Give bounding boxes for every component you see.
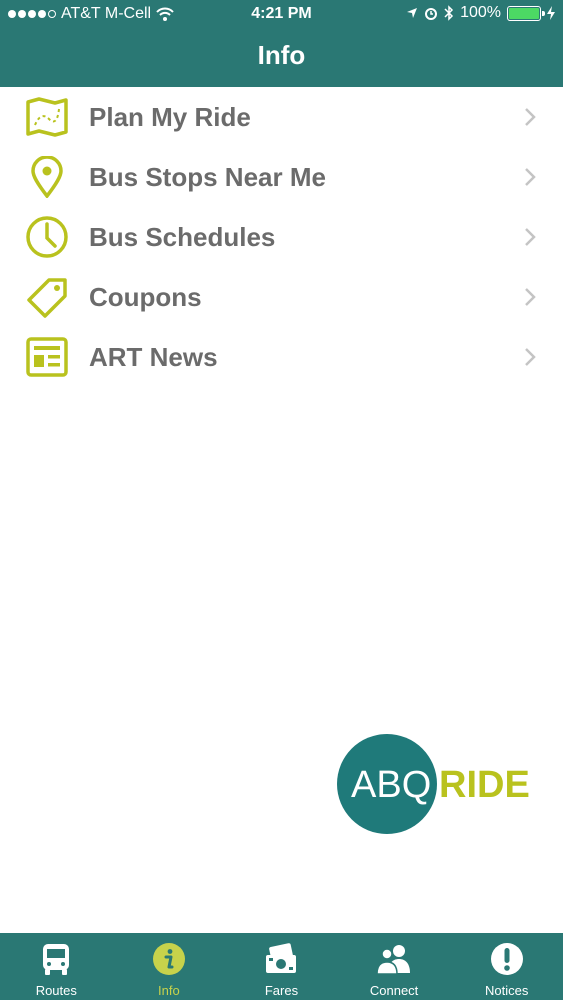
fares-icon [263, 941, 299, 977]
battery-icon [507, 5, 545, 21]
menu-item-bus-stops-near-me[interactable]: Bus Stops Near Me [0, 147, 563, 207]
tab-label: Connect [369, 983, 419, 998]
status-bar: AT&T M-Cell 4:21 PM 100% [0, 0, 563, 30]
tab-connect[interactable]: Connect [338, 933, 451, 1000]
alert-icon [489, 941, 525, 977]
news-icon [24, 335, 70, 379]
tab-info[interactable]: Info [113, 933, 226, 1000]
battery-percent: 100% [460, 4, 501, 21]
tab-fares[interactable]: Fares [225, 933, 338, 1000]
location-arrow-icon [407, 8, 418, 18]
menu-item-label: Coupons [89, 282, 202, 312]
chevron-right-icon [525, 168, 536, 186]
top-bar: AT&T M-Cell 4:21 PM 100% Info [0, 0, 563, 87]
info-icon [151, 941, 187, 977]
chevron-right-icon [525, 228, 536, 246]
location-pin-icon [24, 155, 70, 199]
tag-icon [24, 275, 70, 319]
logo-abq-text: ABQ [351, 764, 431, 806]
clock-icon [24, 215, 70, 259]
page-title: Info [257, 40, 306, 70]
tab-label: Routes [35, 983, 77, 998]
bluetooth-icon [444, 5, 454, 21]
menu-item-label: Bus Stops Near Me [89, 162, 326, 192]
menu-item-bus-schedules[interactable]: Bus Schedules [0, 207, 563, 267]
tab-label: Notices [484, 983, 529, 998]
abq-ride-logo: ABQ RIDE [337, 734, 530, 834]
chevron-right-icon [525, 288, 536, 306]
tab-routes[interactable]: Routes [0, 933, 113, 1000]
menu-item-label: Bus Schedules [89, 222, 276, 252]
alarm-icon [425, 8, 438, 20]
tab-notices[interactable]: Notices [450, 933, 563, 1000]
menu-item-label: ART News [89, 342, 218, 372]
chevron-right-icon [525, 348, 536, 366]
menu-item-plan-my-ride[interactable]: Plan My Ride [0, 87, 563, 147]
tab-bar: Routes Info Fares Connect Notices [0, 933, 563, 1000]
menu-item-coupons[interactable]: Coupons [0, 267, 563, 327]
people-icon [376, 941, 412, 977]
logo-ride-text: RIDE [439, 764, 530, 806]
tab-label: Fares [264, 983, 299, 998]
menu-item-art-news[interactable]: ART News [0, 327, 563, 387]
info-menu: Plan My Ride Bus Stops Near Me Bus Sched… [0, 87, 563, 387]
menu-item-label: Plan My Ride [89, 102, 251, 132]
chevron-right-icon [525, 108, 536, 126]
tab-label: Info [158, 983, 180, 998]
bus-icon [38, 941, 74, 977]
charging-icon [547, 6, 555, 20]
map-icon [24, 95, 70, 139]
